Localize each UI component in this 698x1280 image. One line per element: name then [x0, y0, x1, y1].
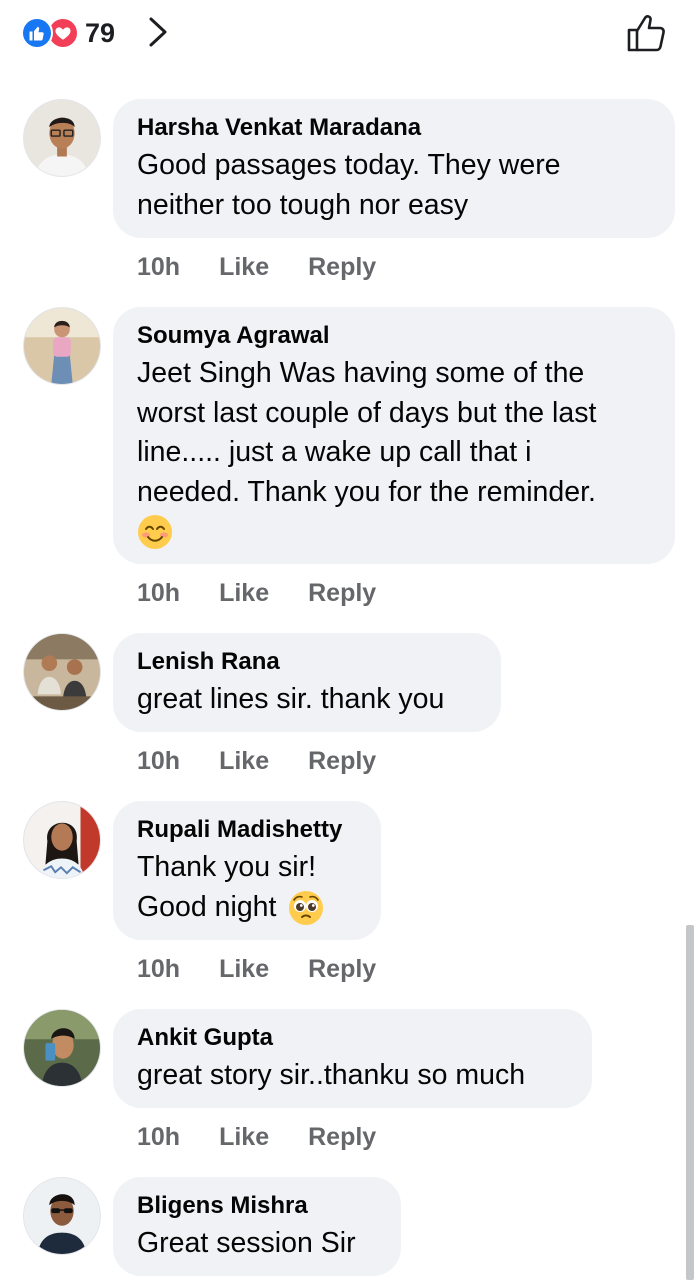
chevron-right-icon[interactable] — [145, 15, 171, 49]
comments-screen: 79 Harsha Venkat Maradana Good passages … — [0, 0, 698, 1280]
like-button[interactable]: Like — [219, 1123, 269, 1152]
comment-text: Thank you sir! Good night — [137, 848, 357, 927]
like-button[interactable]: Like — [219, 579, 269, 608]
comment-author[interactable]: Harsha Venkat Maradana — [137, 113, 651, 143]
avatar[interactable] — [23, 1177, 101, 1255]
comment-bubble[interactable]: Rupali Madishetty Thank you sir! Good ni… — [113, 801, 381, 940]
reply-button[interactable]: Reply — [308, 579, 376, 608]
comment-author[interactable]: Rupali Madishetty — [137, 815, 357, 845]
like-reaction-icon — [21, 17, 53, 49]
reply-button[interactable]: Reply — [308, 955, 376, 984]
comment-actions: 10h Like Reply — [137, 745, 376, 777]
comment-bubble[interactable]: Soumya Agrawal Jeet Singh Was having som… — [113, 307, 675, 564]
comment-actions: 10h Like Reply — [137, 953, 376, 985]
comment-line: Jeet Singh Was having some of the — [137, 357, 585, 389]
comment-line: great story sir..thanku so much — [137, 1059, 526, 1091]
comment-line: worst last couple of days but the last — [137, 396, 597, 429]
comment-line: needed. Thank you for the reminder. — [137, 475, 596, 508]
comment-time: 10h — [137, 252, 181, 281]
comment-actions: 10h Like Reply — [137, 1121, 376, 1153]
comment-actions: 10h Like Reply — [137, 577, 376, 609]
comment-author[interactable]: Soumya Agrawal — [137, 321, 651, 351]
pleading-face-icon — [288, 888, 324, 928]
reply-button[interactable]: Reply — [308, 1123, 376, 1152]
comment-line: Great session Sir — [137, 1227, 356, 1259]
comment-bubble[interactable]: Bligens Mishra Great session Sir — [113, 1177, 401, 1276]
smiling-face-with-smiling-eyes-icon — [137, 512, 651, 552]
comment-time: 10h — [137, 954, 181, 983]
comment-line-text: Good night — [137, 890, 277, 923]
comment-line: great lines sir. thank you — [137, 683, 445, 715]
comment-author[interactable]: Bligens Mishra — [137, 1191, 377, 1221]
avatar[interactable] — [23, 307, 101, 385]
comment-actions: 10h Like Reply — [137, 251, 376, 283]
comment-text: Good passages today. They were neither t… — [137, 146, 651, 225]
thumbs-up-outline-icon[interactable] — [626, 12, 668, 54]
comment-time: 10h — [137, 578, 181, 607]
comment-author[interactable]: Lenish Rana — [137, 647, 477, 677]
avatar[interactable] — [23, 801, 101, 879]
like-button[interactable]: Like — [219, 253, 269, 282]
avatar[interactable] — [23, 99, 101, 177]
comment-text: Great session Sir — [137, 1224, 377, 1264]
comment-time: 10h — [137, 746, 181, 775]
comment-author[interactable]: Ankit Gupta — [137, 1023, 568, 1053]
comment-text: Jeet Singh Was having some of the worst … — [137, 354, 651, 552]
comment-bubble[interactable]: Lenish Rana great lines sir. thank you — [113, 633, 501, 732]
comment-line: line..... just a wake up call that i — [137, 436, 532, 468]
comment-text: great story sir..thanku so much — [137, 1056, 568, 1096]
like-button[interactable]: Like — [219, 747, 269, 776]
comment-bubble[interactable]: Harsha Venkat Maradana Good passages tod… — [113, 99, 675, 238]
comment-line: Good passages today. They were — [137, 149, 561, 181]
avatar[interactable] — [23, 1009, 101, 1087]
reply-button[interactable]: Reply — [308, 253, 376, 282]
reaction-count: 79 — [85, 17, 116, 48]
comment-text: great lines sir. thank you — [137, 680, 477, 720]
reaction-summary[interactable]: 79 — [21, 16, 115, 50]
comment-line: Thank you sir! — [137, 851, 316, 883]
like-button[interactable]: Like — [219, 955, 269, 984]
comment-line: Good night — [137, 888, 357, 928]
comment-time: 10h — [137, 1122, 181, 1151]
avatar[interactable] — [23, 633, 101, 711]
comment-line: neither too tough nor easy — [137, 188, 469, 221]
reactions-header: 79 — [0, 0, 698, 64]
reply-button[interactable]: Reply — [308, 747, 376, 776]
scrollbar[interactable] — [686, 925, 694, 1280]
comment-bubble[interactable]: Ankit Gupta great story sir..thanku so m… — [113, 1009, 592, 1108]
